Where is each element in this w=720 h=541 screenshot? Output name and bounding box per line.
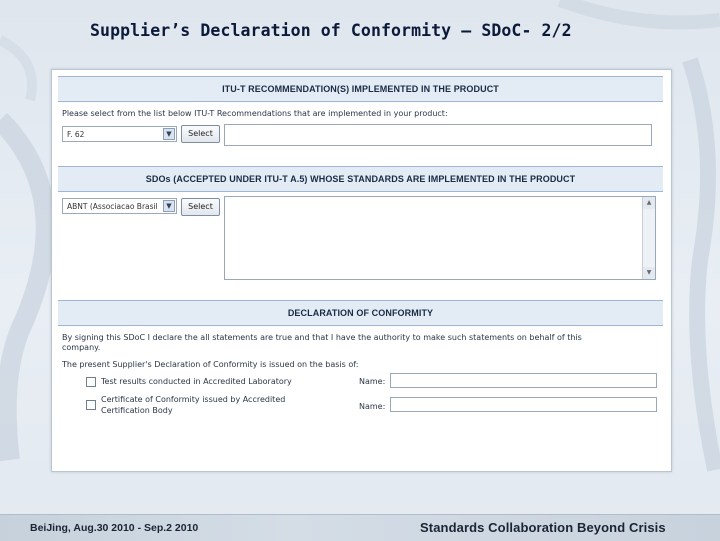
accredited-lab-checkbox[interactable]: [86, 377, 96, 387]
certification-body-name-label: Name:: [359, 402, 386, 411]
selected-sdos-list[interactable]: ▲ ▼: [224, 196, 656, 280]
declaration-statement-line2: company.: [62, 343, 101, 352]
recommendations-instruction: Please select from the list below ITU-T …: [62, 109, 448, 118]
chevron-down-icon[interactable]: ▼: [163, 200, 175, 212]
accredited-lab-label: Test results conducted in Accredited Lab…: [101, 377, 292, 386]
selected-recommendations-list[interactable]: [224, 124, 652, 146]
section-heading-sdos: SDOs (ACCEPTED UNDER ITU-T A.5) WHOSE ST…: [58, 166, 663, 192]
sdo-select-value: ABNT (Associacao Brasil: [67, 202, 158, 211]
certificate-label-line1: Certificate of Conformity issued by Accr…: [101, 395, 286, 404]
section-heading-recommendations: ITU-T RECOMMENDATION(S) IMPLEMENTED IN T…: [58, 76, 663, 102]
select-recommendation-button[interactable]: Select: [181, 125, 220, 143]
declaration-statement-line1: By signing this SDoC I declare the all s…: [62, 333, 582, 342]
lab-name-input[interactable]: [390, 373, 657, 388]
recommendation-select-value: F. 62: [67, 130, 85, 139]
certification-body-name-input[interactable]: [390, 397, 657, 412]
select-sdo-button[interactable]: Select: [181, 198, 220, 216]
sdo-select[interactable]: ABNT (Associacao Brasil ▼: [62, 198, 177, 214]
section-heading-declaration: DECLARATION OF CONFORMITY: [58, 300, 663, 326]
footer-tagline: Standards Collaboration Beyond Crisis: [420, 520, 666, 535]
certificate-label-line2: Certification Body: [101, 406, 173, 415]
recommendation-select[interactable]: F. 62 ▼: [62, 126, 177, 142]
scroll-up-icon[interactable]: ▲: [643, 197, 655, 209]
sdo-list-scrollbar[interactable]: ▲ ▼: [642, 197, 655, 279]
slide-title: Supplier’s Declaration of Conformity – S…: [90, 21, 572, 40]
declaration-basis-text: The present Supplier's Declaration of Co…: [62, 360, 359, 369]
footer-event-dates: BeiJing, Aug.30 2010 - Sep.2 2010: [30, 522, 199, 534]
chevron-down-icon[interactable]: ▼: [163, 128, 175, 140]
lab-name-label: Name:: [359, 377, 386, 386]
certificate-checkbox[interactable]: [86, 400, 96, 410]
scroll-down-icon[interactable]: ▼: [643, 267, 655, 279]
